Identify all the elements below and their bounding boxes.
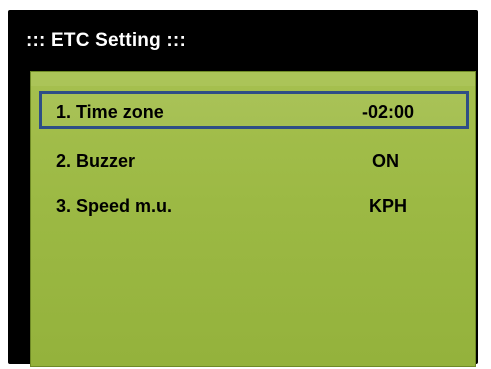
settings-screen: 1. Time zone -02:00 2. Buzzer ON 3. Spee…: [30, 71, 476, 367]
menu-item-value: KPH: [369, 196, 408, 216]
menu-item-label: 1. Time zone: [56, 102, 164, 122]
menu-item-time-zone[interactable]: 1. Time zone -02:00: [39, 91, 469, 129]
menu-item-value: -02:00: [362, 102, 415, 122]
menu-item-value: ON: [372, 151, 399, 171]
menu-item-speed-unit[interactable]: 3. Speed m.u. KPH: [39, 188, 469, 226]
menu-item-buzzer[interactable]: 2. Buzzer ON: [39, 143, 469, 181]
screen-top-bar: [31, 72, 475, 86]
device-frame: ::: ETC Setting ::: 1. Time zone -02:00 …: [8, 10, 478, 367]
page-title: ::: ETC Setting :::: [26, 30, 186, 51]
menu-item-label: 2. Buzzer: [56, 151, 136, 171]
menu-item-label: 3. Speed m.u.: [56, 196, 173, 216]
